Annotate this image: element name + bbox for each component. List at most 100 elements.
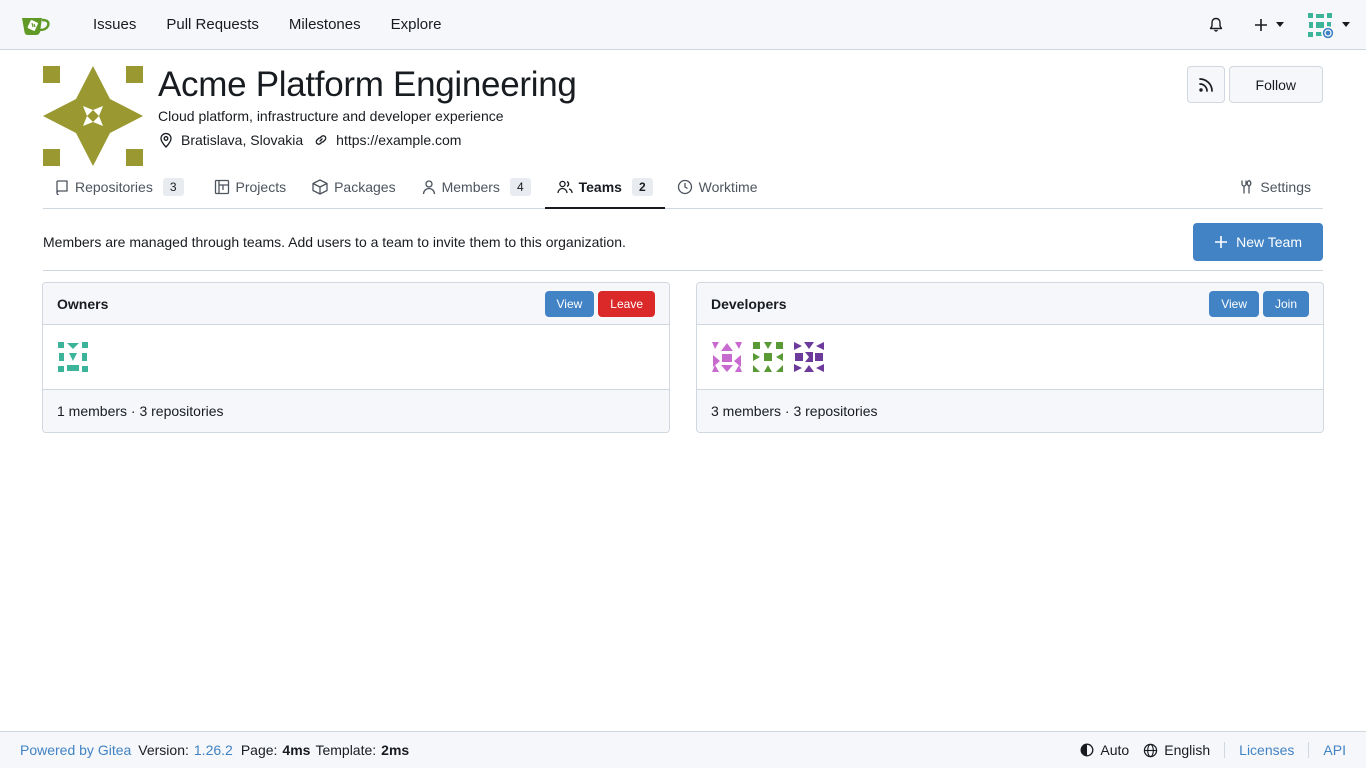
version-label: Version: [138, 742, 189, 758]
tab-label: Teams [578, 179, 622, 195]
people-icon [556, 180, 573, 194]
page-time-label: Page: [240, 742, 278, 758]
tab-count: 4 [509, 178, 531, 196]
user-menu-dropdown[interactable] [1306, 11, 1350, 39]
version-link[interactable]: 1.26.2 [194, 742, 233, 758]
project-icon [214, 179, 229, 195]
view-team-button[interactable]: View [544, 290, 595, 317]
team-card-owners: Owners View Leave 1 members · 3 reposito… [42, 282, 670, 433]
team-members-avatars [697, 325, 1323, 390]
team-name[interactable]: Developers [711, 296, 786, 312]
powered-by-link[interactable]: Powered by Gitea [20, 742, 131, 758]
gitea-logo[interactable] [20, 10, 54, 40]
rss-icon [1198, 77, 1213, 92]
tab-label: Repositories [75, 179, 153, 195]
org-actions: Follow [1186, 66, 1323, 103]
tab-label: Settings [1260, 179, 1311, 195]
user-avatar [1308, 12, 1334, 39]
member-avatar[interactable] [793, 341, 825, 373]
org-website[interactable]: https://example.com [313, 132, 461, 148]
location-icon [160, 132, 172, 148]
template-time-value: 2ms [381, 742, 410, 758]
clock-icon [677, 179, 692, 195]
chevron-down-icon [1276, 22, 1284, 27]
org-website-link[interactable]: https://example.com [336, 132, 461, 148]
tab-label: Worktime [698, 179, 758, 195]
member-avatar[interactable] [752, 341, 784, 373]
tab-label: Members [441, 179, 500, 195]
theme-icon [1080, 743, 1094, 757]
tab-count: 3 [162, 178, 184, 196]
team-actions: View Leave [541, 290, 655, 317]
footer-divider [1308, 742, 1310, 758]
plus-icon [1255, 18, 1267, 31]
tab-spacer [770, 166, 1227, 208]
language-selector[interactable]: English [1143, 742, 1210, 758]
template-time-label: Template: [315, 742, 377, 758]
member-avatar[interactable] [57, 341, 89, 373]
org-description: Cloud platform, infrastructure and devel… [158, 108, 504, 124]
nav-explore[interactable]: Explore [376, 16, 457, 33]
new-team-label: New Team [1236, 234, 1302, 250]
footer-right: Auto English Licenses API [1064, 742, 1346, 758]
tab-projects[interactable]: Projects [202, 166, 299, 208]
team-actions: View Join [1205, 290, 1309, 317]
package-icon [312, 179, 328, 195]
tab-repositories[interactable]: Repositories 3 [43, 166, 196, 208]
language-label: English [1164, 742, 1211, 758]
licenses-item: Licenses [1239, 742, 1294, 758]
person-icon [422, 180, 435, 195]
notifications-bell-icon[interactable] [1208, 17, 1224, 33]
theme-selector[interactable]: Auto [1080, 742, 1129, 758]
api-link[interactable]: API [1323, 742, 1346, 758]
top-navbar: Issues Pull Requests Milestones Explore [0, 0, 1366, 50]
leave-team-button[interactable]: Leave [598, 290, 655, 317]
page-footer: Powered by Gitea Version: 1.26.2 Page: 4… [0, 731, 1366, 768]
tab-teams[interactable]: Teams 2 [544, 166, 665, 209]
footer-divider [1224, 742, 1226, 758]
tab-label: Packages [334, 179, 396, 195]
org-header: Acme Platform Engineering Cloud platform… [43, 66, 1323, 166]
chevron-down-icon [1342, 22, 1350, 27]
join-team-button[interactable]: Join [1262, 290, 1309, 317]
create-new-dropdown[interactable] [1254, 18, 1284, 32]
org-location: Bratislava, Slovakia [158, 132, 303, 148]
team-summary: 3 members · 3 repositories [697, 390, 1323, 432]
teams-info-text: Members are managed through teams. Add u… [43, 234, 626, 250]
nav-milestones[interactable]: Milestones [274, 16, 376, 33]
tab-label: Projects [235, 179, 287, 195]
org-location-text: Bratislava, Slovakia [181, 132, 304, 148]
team-summary: 1 members · 3 repositories [43, 390, 669, 432]
rss-feed-button[interactable] [1186, 66, 1225, 103]
view-team-button[interactable]: View [1209, 290, 1259, 317]
teams-info-bar: Members are managed through teams. Add u… [43, 223, 1323, 271]
tab-members[interactable]: Members 4 [410, 166, 543, 208]
tools-icon [1241, 179, 1252, 194]
member-avatar[interactable] [711, 341, 743, 373]
tab-settings[interactable]: Settings [1226, 166, 1323, 208]
link-icon [315, 135, 327, 145]
follow-button[interactable]: Follow [1228, 66, 1323, 103]
globe-icon [1144, 743, 1158, 757]
new-team-button[interactable]: New Team [1193, 223, 1323, 261]
nav-pull-requests[interactable]: Pull Requests [151, 16, 274, 33]
nav-issues[interactable]: Issues [78, 16, 151, 33]
nav-right [1186, 11, 1350, 39]
footer-left: Powered by Gitea Version: 1.26.2 Page: 4… [20, 742, 409, 758]
licenses-link[interactable]: Licenses [1239, 742, 1294, 758]
org-avatar [43, 66, 143, 166]
org-tabs: Repositories 3 Projects Packages Members… [43, 166, 1323, 209]
team-name[interactable]: Owners [57, 296, 108, 312]
tab-worktime[interactable]: Worktime [665, 166, 770, 208]
page-time-value: 4ms [282, 742, 311, 758]
team-card-header: Owners View Leave [43, 283, 669, 325]
tab-packages[interactable]: Packages [300, 166, 407, 208]
org-meta: Bratislava, Slovakia https://example.com [158, 132, 471, 148]
plus-icon [1215, 236, 1228, 248]
team-members-avatars [43, 325, 669, 390]
tab-count: 2 [631, 178, 653, 196]
repo-icon [56, 180, 68, 195]
team-card-header: Developers View Join [697, 283, 1323, 325]
api-item: API [1323, 742, 1346, 758]
theme-label: Auto [1100, 742, 1130, 758]
